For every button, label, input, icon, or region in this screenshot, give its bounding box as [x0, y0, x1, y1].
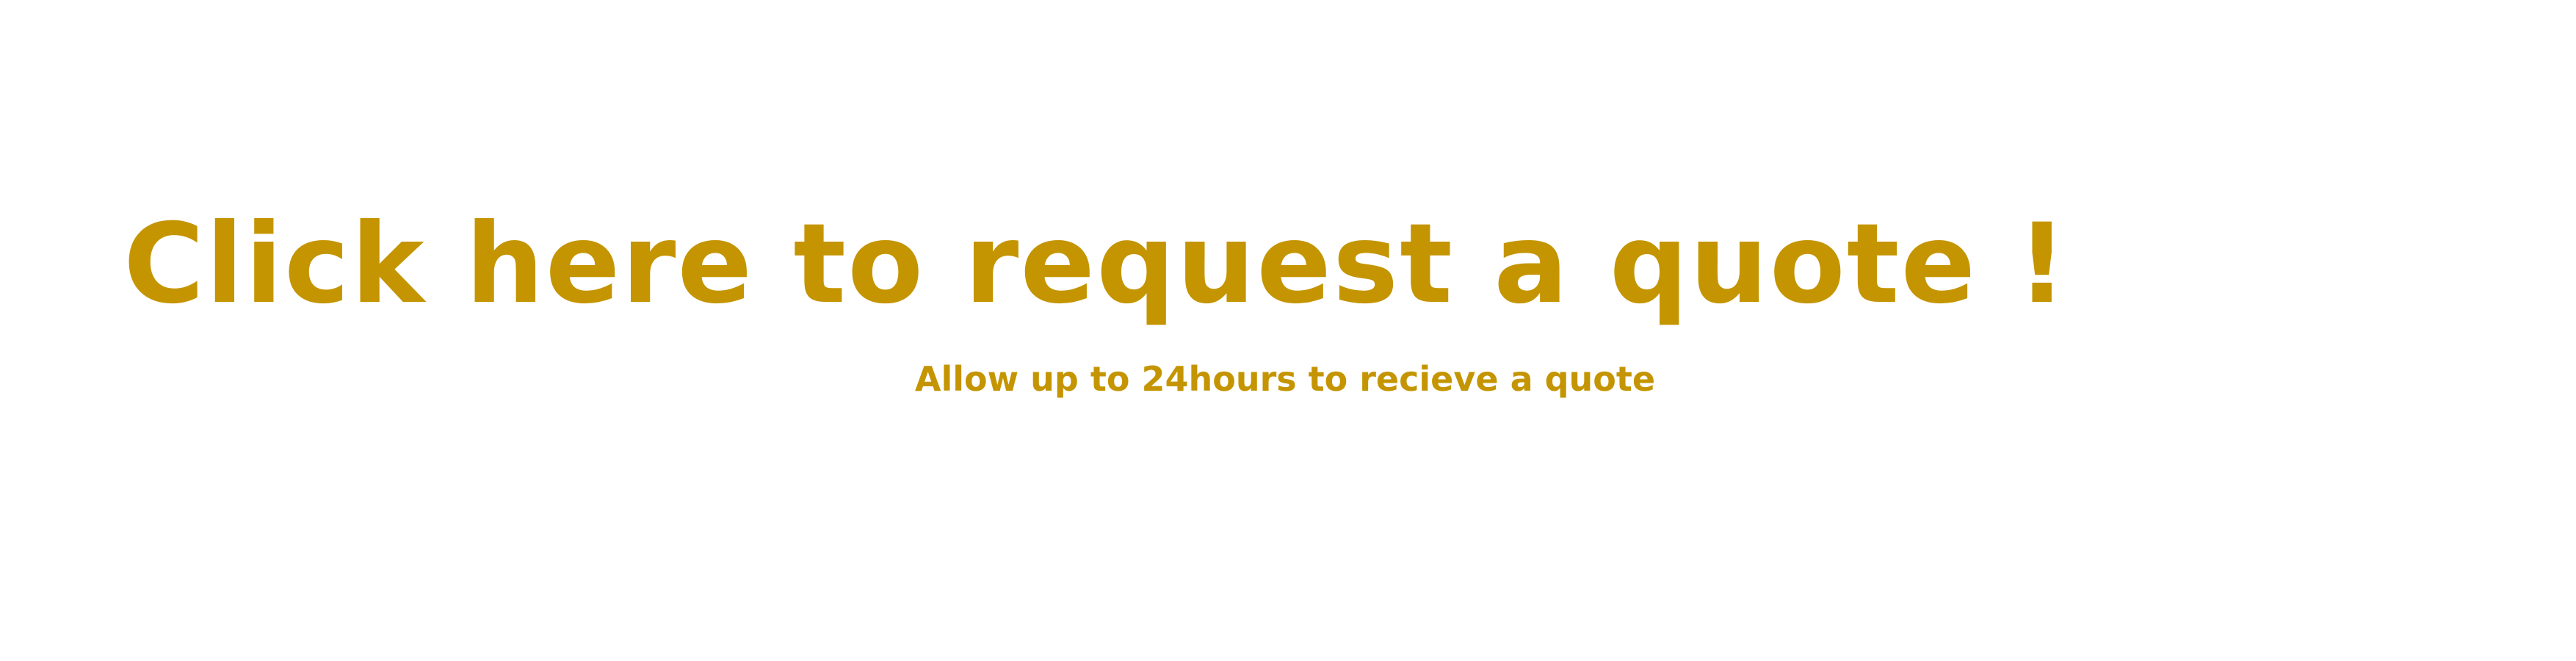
request-quote-link[interactable]: Click here to request a quote !	[0, 198, 2192, 330]
quote-turnaround-note: Allow up to 24hours to recieve a quote	[914, 359, 1656, 399]
quote-banner: Click here to request a quote ! Allow up…	[0, 0, 2576, 661]
request-quote-heading[interactable]: Click here to request a quote !	[123, 198, 2069, 330]
